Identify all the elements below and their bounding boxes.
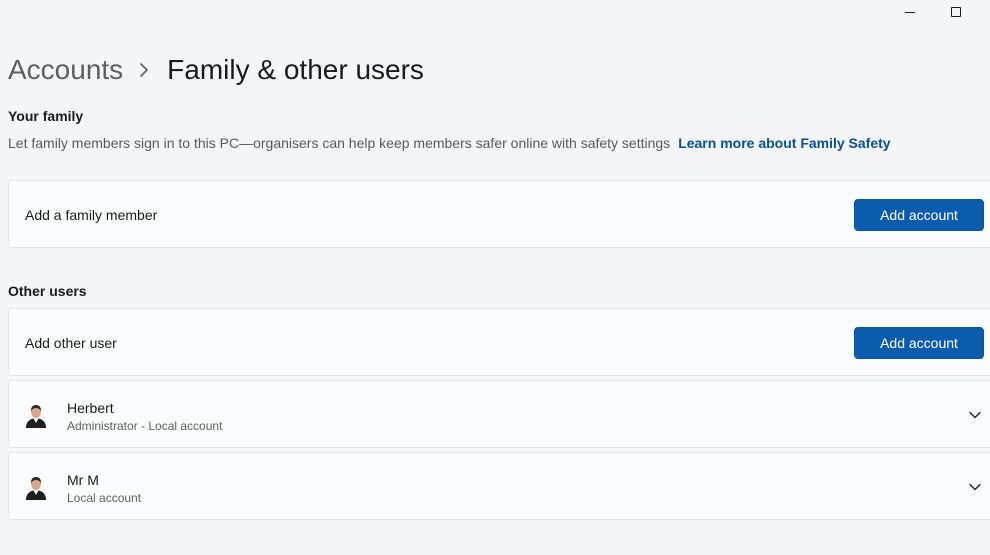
maximize-button[interactable] bbox=[933, 0, 979, 24]
breadcrumb: Accounts Family & other users bbox=[8, 52, 424, 88]
page-title: Family & other users bbox=[167, 54, 424, 85]
minimize-button[interactable] bbox=[887, 0, 933, 24]
family-description: Let family members sign in to this PC—or… bbox=[8, 135, 891, 151]
add-family-account-button[interactable]: Add account bbox=[854, 199, 984, 231]
add-other-user-account-button[interactable]: Add account bbox=[854, 327, 984, 359]
chevron-down-icon[interactable] bbox=[967, 407, 983, 423]
user-name: Herbert bbox=[67, 400, 114, 416]
add-other-user-label: Add other user bbox=[25, 335, 117, 351]
family-description-text: Let family members sign in to this PC—or… bbox=[8, 135, 671, 151]
breadcrumb-accounts-link[interactable]: Accounts bbox=[8, 54, 123, 86]
add-family-member-card: Add a family member Add account bbox=[8, 180, 990, 248]
learn-more-family-safety-link[interactable]: Learn more about Family Safety bbox=[678, 135, 890, 151]
maximize-icon bbox=[951, 7, 961, 17]
chevron-right-icon bbox=[139, 63, 149, 77]
your-family-heading: Your family bbox=[8, 108, 84, 124]
chevron-down-icon[interactable] bbox=[967, 479, 983, 495]
add-family-member-label: Add a family member bbox=[25, 207, 158, 223]
user-avatar-icon bbox=[24, 474, 48, 500]
add-other-user-card: Add other user Add account bbox=[8, 308, 990, 376]
user-row-herbert[interactable]: Herbert Administrator - Local account bbox=[8, 380, 990, 448]
user-account-type: Local account bbox=[67, 491, 142, 505]
user-account-type: Administrator - Local account bbox=[67, 419, 223, 433]
user-row-mr-m[interactable]: Mr M Local account bbox=[8, 452, 990, 520]
minimize-icon bbox=[905, 11, 915, 13]
other-users-heading: Other users bbox=[8, 283, 87, 299]
user-avatar-icon bbox=[24, 402, 48, 428]
user-name: Mr M bbox=[67, 472, 99, 488]
title-bar bbox=[0, 0, 990, 28]
